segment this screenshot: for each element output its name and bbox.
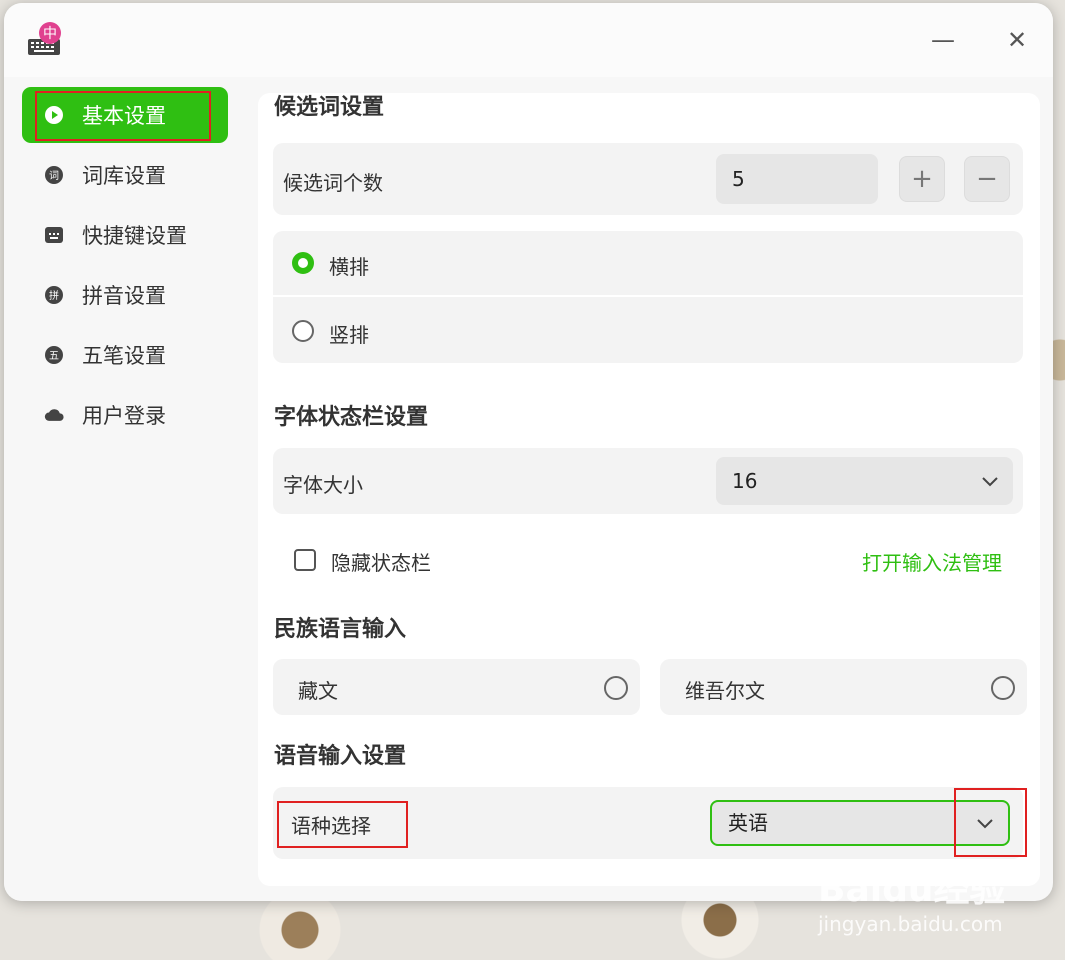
font-size-label: 字体大小 xyxy=(283,473,363,497)
decrement-button[interactable]: − xyxy=(964,156,1010,202)
svg-text:拼: 拼 xyxy=(49,289,59,302)
uyghur-option[interactable]: 维吾尔文 xyxy=(660,659,1027,715)
radio-tibetan[interactable] xyxy=(604,676,628,700)
font-size-select[interactable]: 16 xyxy=(716,457,1013,505)
divider xyxy=(273,295,1023,297)
candidate-count-input[interactable]: 5 xyxy=(716,154,878,204)
annotation-highlight-box xyxy=(954,788,1027,857)
layout-options-group: 横排 竖排 xyxy=(273,231,1023,363)
sidebar-item-label: 快捷键设置 xyxy=(82,224,187,248)
radio-horizontal[interactable] xyxy=(292,252,314,274)
watermark-url: jingyan.baidu.com xyxy=(818,912,1003,936)
candidate-count-label: 候选词个数 xyxy=(283,171,383,195)
sidebar-item-wubi[interactable]: 五 五笔设置 xyxy=(22,327,228,383)
tibetan-option[interactable]: 藏文 xyxy=(273,659,640,715)
sidebar-item-label: 拼音设置 xyxy=(82,284,166,308)
svg-text:词: 词 xyxy=(49,170,59,182)
font-size-row: 字体大小 16 xyxy=(273,448,1023,514)
watermark-logo: Baidu经验 xyxy=(818,869,1006,910)
chevron-down-icon xyxy=(982,477,998,487)
font-size-value: 16 xyxy=(732,469,758,493)
tibetan-label: 藏文 xyxy=(298,679,338,703)
sidebar-item-label: 五笔设置 xyxy=(82,344,166,368)
cloud-icon xyxy=(44,405,64,425)
option-horizontal-label: 横排 xyxy=(329,255,369,279)
uyghur-label: 维吾尔文 xyxy=(685,679,765,703)
close-button[interactable]: ✕ xyxy=(1002,25,1032,55)
increment-button[interactable]: + xyxy=(899,156,945,202)
radio-vertical[interactable] xyxy=(292,320,314,342)
section-title-font-status: 字体状态栏设置 xyxy=(274,405,429,430)
settings-content: 候选词设置 候选词个数 5 + − 横排 竖排 字体状态栏设置 字体大小 16 … xyxy=(258,93,1040,886)
open-input-manager-link[interactable]: 打开输入法管理 xyxy=(862,547,1002,576)
dictionary-icon: 词 xyxy=(44,165,64,185)
app-logo-icon: 中 xyxy=(28,22,61,55)
sidebar-item-label: 词库设置 xyxy=(82,164,166,188)
hide-status-checkbox[interactable] xyxy=(294,549,316,571)
sidebar-item-dictionary[interactable]: 词 词库设置 xyxy=(22,147,228,203)
section-title-voice: 语音输入设置 xyxy=(274,744,407,769)
keyboard-icon xyxy=(44,225,64,245)
sidebar-item-pinyin[interactable]: 拼 拼音设置 xyxy=(22,267,228,323)
sidebar: 基本设置 词 词库设置 快捷键设置 拼 拼音设置 五 五笔设置 用户登录 xyxy=(4,77,244,901)
svg-text:五: 五 xyxy=(49,351,59,362)
annotation-highlight-box xyxy=(35,91,211,141)
section-title-candidate: 候选词设置 xyxy=(274,95,385,120)
candidate-count-row: 候选词个数 5 + − xyxy=(273,143,1023,215)
pinyin-icon: 拼 xyxy=(44,285,64,305)
titlebar: 中 — ✕ xyxy=(4,3,1053,77)
radio-uyghur[interactable] xyxy=(991,676,1015,700)
sidebar-item-label: 用户登录 xyxy=(82,404,166,428)
annotation-highlight-box xyxy=(277,801,408,848)
hide-status-label: 隐藏状态栏 xyxy=(331,551,431,575)
sidebar-item-login[interactable]: 用户登录 xyxy=(22,387,228,443)
settings-window: 中 — ✕ 基本设置 词 词库设置 快捷键设置 拼 拼音设置 五 五笔设置 用户… xyxy=(4,3,1053,901)
sidebar-item-shortcut[interactable]: 快捷键设置 xyxy=(22,207,228,263)
language-value: 英语 xyxy=(728,811,768,835)
wubi-icon: 五 xyxy=(44,345,64,365)
svg-text:中: 中 xyxy=(43,26,57,42)
option-vertical-label: 竖排 xyxy=(329,323,369,347)
section-title-ethnic: 民族语言输入 xyxy=(274,617,407,642)
minimize-button[interactable]: — xyxy=(928,25,958,55)
